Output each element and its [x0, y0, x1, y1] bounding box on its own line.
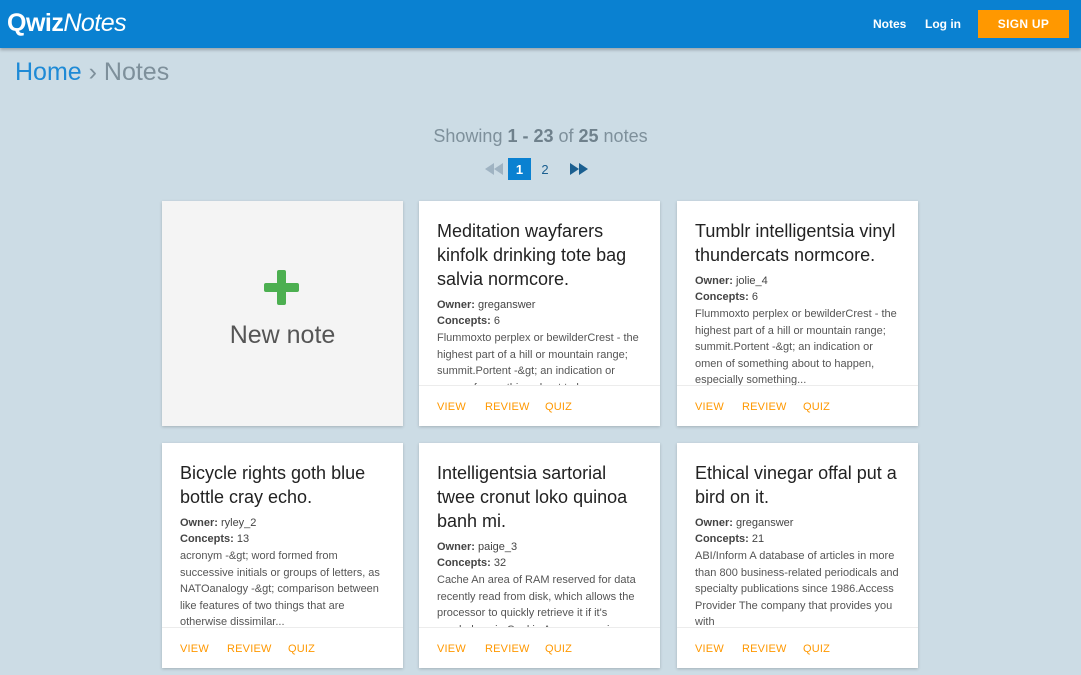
breadcrumb-separator: ›	[81, 58, 104, 86]
note-card-body: Bicycle rights goth blue bottle cray ech…	[180, 461, 386, 628]
results-range: 1 - 23	[507, 126, 554, 146]
results-total: 25	[578, 126, 599, 146]
note-concepts: Concepts: 6	[437, 313, 643, 329]
quiz-button[interactable]: QUIZ	[545, 401, 572, 413]
review-button[interactable]: REVIEW	[485, 401, 530, 413]
page-2-button[interactable]: 2	[536, 158, 554, 180]
note-card: Meditation wayfarers kinfolk drinking to…	[419, 201, 660, 426]
note-card-body: Meditation wayfarers kinfolk drinking to…	[437, 219, 643, 386]
review-button[interactable]: REVIEW	[742, 643, 787, 655]
owner-value: paige_3	[474, 541, 518, 553]
review-button[interactable]: REVIEW	[485, 643, 530, 655]
note-card-body: Intelligentsia sartorial twee cronut lok…	[437, 461, 643, 628]
quiz-button[interactable]: QUIZ	[803, 643, 830, 655]
note-title[interactable]: Intelligentsia sartorial twee cronut lok…	[437, 461, 643, 533]
new-note-label: New note	[229, 321, 336, 349]
review-button[interactable]: REVIEW	[742, 401, 787, 413]
quiz-button[interactable]: QUIZ	[288, 643, 315, 655]
quiz-button[interactable]: QUIZ	[803, 401, 830, 413]
note-owner: Owner: paige_3	[437, 539, 643, 555]
note-title[interactable]: Meditation wayfarers kinfolk drinking to…	[437, 219, 643, 291]
view-button[interactable]: VIEW	[695, 643, 724, 655]
nav-link-notes[interactable]: Notes	[873, 17, 906, 31]
owner-value: greganswer	[474, 299, 536, 311]
concepts-value: 32	[490, 557, 507, 569]
concepts-label: Concepts:	[180, 533, 234, 545]
note-card-body: Tumblr intelligentsia vinyl thundercats …	[695, 219, 901, 386]
note-owner: Owner: jolie_4	[695, 273, 901, 289]
note-title[interactable]: Bicycle rights goth blue bottle cray ech…	[180, 461, 386, 509]
nav-link-login[interactable]: Log in	[925, 17, 961, 31]
note-description: acronym -&gt; word formed from successiv…	[180, 550, 380, 628]
note-title[interactable]: Ethical vinegar offal put a bird on it.	[695, 461, 901, 509]
note-owner: Owner: greganswer	[437, 297, 643, 313]
note-owner: Owner: greganswer	[695, 515, 901, 531]
note-title[interactable]: Tumblr intelligentsia vinyl thundercats …	[695, 219, 901, 267]
concepts-label: Concepts:	[437, 315, 491, 327]
owner-label: Owner:	[695, 517, 733, 529]
view-button[interactable]: VIEW	[180, 643, 209, 655]
owner-label: Owner:	[437, 541, 475, 553]
concepts-label: Concepts:	[695, 533, 749, 545]
results-suffix: notes	[598, 126, 648, 146]
note-card: Tumblr intelligentsia vinyl thundercats …	[677, 201, 918, 426]
concepts-value: 21	[748, 533, 765, 545]
app-logo[interactable]: QwizNotes	[7, 9, 127, 38]
breadcrumb: Home › Notes	[15, 58, 169, 87]
results-count: Showing 1 - 23 of 25 notes	[0, 126, 1081, 147]
sign-up-button[interactable]: SIGN UP	[978, 10, 1069, 38]
note-actions: VIEW REVIEW QUIZ	[419, 627, 660, 668]
breadcrumb-current: Notes	[103, 58, 170, 86]
note-actions: VIEW REVIEW QUIZ	[162, 627, 403, 668]
note-card: Bicycle rights goth blue bottle cray ech…	[162, 443, 403, 668]
results-prefix: Showing	[433, 126, 508, 146]
note-card-body: Ethical vinegar offal put a bird on it. …	[695, 461, 901, 628]
note-description: Flummoxto perplex or bewilderCrest - the…	[437, 332, 639, 386]
concepts-label: Concepts:	[695, 291, 749, 303]
note-concepts: Concepts: 6	[695, 289, 901, 305]
logo-italic-text: Notes	[63, 9, 127, 37]
note-card: Intelligentsia sartorial twee cronut lok…	[419, 443, 660, 668]
results-of: of	[553, 126, 579, 146]
owner-label: Owner:	[180, 517, 218, 529]
note-description: ABI/Inform A database of articles in mor…	[695, 550, 899, 628]
view-button[interactable]: VIEW	[437, 643, 466, 655]
note-concepts: Concepts: 32	[437, 555, 643, 571]
view-button[interactable]: VIEW	[695, 401, 724, 413]
quiz-button[interactable]: QUIZ	[545, 643, 572, 655]
concepts-value: 13	[233, 533, 250, 545]
note-description: Cache An area of RAM reserved for data r…	[437, 574, 636, 628]
owner-label: Owner:	[437, 299, 475, 311]
note-concepts: Concepts: 21	[695, 531, 901, 547]
owner-value: ryley_2	[217, 517, 257, 529]
page-1-button[interactable]: 1	[508, 158, 531, 180]
note-actions: VIEW REVIEW QUIZ	[419, 385, 660, 426]
owner-label: Owner:	[695, 275, 733, 287]
owner-value: jolie_4	[732, 275, 768, 287]
double-left-arrow-icon[interactable]	[485, 163, 503, 175]
concepts-value: 6	[490, 315, 500, 327]
concepts-value: 6	[748, 291, 758, 303]
view-button[interactable]: VIEW	[437, 401, 466, 413]
owner-value: greganswer	[732, 517, 794, 529]
note-card: Ethical vinegar offal put a bird on it. …	[677, 443, 918, 668]
note-actions: VIEW REVIEW QUIZ	[677, 627, 918, 668]
note-description: Flummoxto perplex or bewilderCrest - the…	[695, 308, 897, 386]
logo-bold-text: Qwiz	[7, 9, 64, 37]
note-actions: VIEW REVIEW QUIZ	[677, 385, 918, 426]
review-button[interactable]: REVIEW	[227, 643, 272, 655]
concepts-label: Concepts:	[437, 557, 491, 569]
double-right-arrow-icon[interactable]	[570, 163, 588, 175]
plus-icon	[264, 270, 299, 305]
breadcrumb-home-link[interactable]: Home	[15, 58, 82, 86]
note-owner: Owner: ryley_2	[180, 515, 386, 531]
note-concepts: Concepts: 13	[180, 531, 386, 547]
top-navbar: QwizNotes Notes Log in SIGN UP	[0, 0, 1081, 48]
new-note-card[interactable]: New note	[162, 201, 403, 426]
